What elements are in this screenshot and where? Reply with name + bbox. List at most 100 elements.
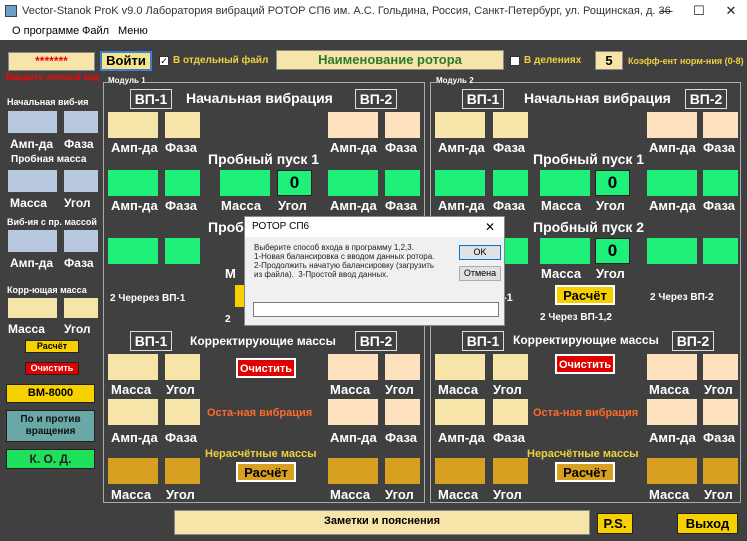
m2-via-vp2-radio[interactable]: 2 Через ВП-2 — [650, 292, 714, 303]
m2-resid-phase1[interactable] — [493, 399, 528, 425]
coef-field[interactable]: 5 — [595, 51, 623, 70]
m1-resid-amp1[interactable] — [108, 399, 158, 425]
left-phase-label-1: Фаза — [64, 137, 94, 151]
m1-c-angle-label1: Угол — [166, 382, 195, 397]
m2-trial1-phase1[interactable] — [493, 170, 528, 196]
m2-corr-angle2[interactable] — [703, 354, 738, 380]
m2-trial1-mass[interactable] — [540, 170, 590, 196]
m1-trial1-mass[interactable] — [220, 170, 270, 196]
left-amp-field-1[interactable] — [8, 111, 57, 133]
m2-uncalc-angle2[interactable] — [703, 458, 738, 484]
m1-calc-button[interactable]: Расчёт — [236, 462, 296, 482]
m1-trial1-phase1[interactable] — [165, 170, 200, 196]
kod-button[interactable]: К. О. Д. — [6, 449, 95, 469]
left-corr-mass-field[interactable] — [8, 298, 57, 318]
menu-about[interactable]: О программе — [12, 25, 79, 37]
m1-resid-phase2[interactable] — [385, 399, 420, 425]
m1-trial1-phase2[interactable] — [385, 170, 420, 196]
m2-init-phase1[interactable] — [493, 112, 528, 138]
module1-label: Модуль 1 — [108, 76, 146, 85]
title-bar: Vector-Stanok ProK v9.0 Лаборатория вибр… — [0, 0, 747, 22]
left-amp-field-2[interactable] — [8, 230, 57, 252]
dialog-cancel-button[interactable]: Отмена — [459, 266, 501, 281]
m1-corr-angle2[interactable] — [385, 354, 420, 380]
m2-init-amp1[interactable] — [435, 112, 485, 138]
m2-calc-top-button[interactable]: Расчёт — [555, 285, 615, 305]
left-phase-field-1[interactable] — [64, 111, 98, 133]
separate-file-checkbox[interactable]: ✓ — [159, 56, 169, 66]
m1-trial1-amp2[interactable] — [328, 170, 378, 196]
rotor-name-field[interactable]: Наименование ротора — [276, 50, 504, 70]
m1-init-phase2[interactable] — [385, 112, 420, 138]
m1-vp2-label: ВП-2 — [355, 89, 397, 109]
left-angle-field[interactable] — [64, 170, 98, 192]
m1-corr-mass1[interactable] — [108, 354, 158, 380]
notes-field[interactable]: Заметки и пояснения — [174, 510, 590, 535]
input-dialog: РОТОР СП6 ✕ Выберите способ входа в прог… — [244, 216, 505, 326]
m1-via-vp1-radio[interactable]: 2 Черерез ВП-1 — [110, 293, 185, 304]
m2-uncalc-mass2[interactable] — [647, 458, 697, 484]
m2-resid-amp2[interactable] — [647, 399, 697, 425]
left-phase-field-2[interactable] — [64, 230, 98, 252]
dialog-input[interactable] — [253, 302, 499, 317]
m2-trial1-amp2[interactable] — [647, 170, 697, 196]
bm8000-button[interactable]: ВМ-8000 — [6, 384, 95, 403]
m1-uncalc-mass1[interactable] — [108, 458, 158, 484]
m2-trial2-amp2[interactable] — [647, 238, 697, 264]
m2-init-phase2[interactable] — [703, 112, 738, 138]
m1-clear-button[interactable]: Очистить — [236, 358, 296, 378]
m1-trial2-amp1[interactable] — [108, 238, 158, 264]
m2-corr-mass1[interactable] — [435, 354, 485, 380]
m1-resid-amp2[interactable] — [328, 399, 378, 425]
m2-trial1-angle[interactable]: 0 — [595, 170, 630, 196]
dialog-message: Выберите способ входа в программу 1,2,3.… — [254, 243, 435, 279]
ps-button[interactable]: P.S. — [597, 513, 633, 534]
m2-init-amp2[interactable] — [647, 112, 697, 138]
left-calc-button[interactable]: Расчёт — [25, 340, 79, 353]
m1-uncalc-angle2[interactable] — [385, 458, 420, 484]
m1-trial2-title: Проб — [208, 219, 244, 235]
rotation-button[interactable]: По и против вращения — [6, 410, 95, 442]
m2-corr-mass2[interactable] — [647, 354, 697, 380]
m2-resid-phase2[interactable] — [703, 399, 738, 425]
m2-calc-button[interactable]: Расчёт — [555, 462, 615, 482]
dialog-close-icon[interactable]: ✕ — [485, 220, 495, 234]
m2-via-vp12-radio[interactable]: 2 Через ВП-1,2 — [540, 312, 612, 323]
m1-uncalc-angle1[interactable] — [165, 458, 200, 484]
m2-trial2-angle[interactable]: 0 — [595, 238, 630, 264]
minimize-button[interactable]: — — [650, 0, 682, 22]
menu-file[interactable]: Файл — [82, 25, 109, 37]
m1-init-amp1[interactable] — [108, 112, 158, 138]
dialog-ok-button[interactable]: OK — [459, 245, 501, 260]
m1-init-amp2[interactable] — [328, 112, 378, 138]
m1-trial2-phase1[interactable] — [165, 238, 200, 264]
m2-trial1-amp1[interactable] — [435, 170, 485, 196]
in-divisions-checkbox[interactable] — [510, 56, 520, 66]
m1-via-vp12-radio[interactable]: 2 — [225, 314, 231, 325]
m2-resid-amp1[interactable] — [435, 399, 485, 425]
left-clear-button[interactable]: Очистить — [25, 362, 79, 375]
m2-clear-button[interactable]: Очистить — [555, 354, 615, 374]
left-corr-angle-field[interactable] — [64, 298, 98, 318]
menu-menu[interactable]: Меню — [118, 25, 148, 37]
m2-trial2-mass[interactable] — [540, 238, 590, 264]
m1-corr-angle1[interactable] — [165, 354, 200, 380]
m1-resid-phase1[interactable] — [165, 399, 200, 425]
password-field[interactable]: ******* — [8, 52, 95, 71]
m1-init-phase1[interactable] — [165, 112, 200, 138]
m2-uncalc-angle1[interactable] — [493, 458, 528, 484]
m1-trial1-amp1[interactable] — [108, 170, 158, 196]
m1-corr-mass2[interactable] — [328, 354, 378, 380]
exit-button[interactable]: Выход — [677, 513, 738, 534]
m2-trial2-phase2[interactable] — [703, 238, 738, 264]
maximize-button[interactable]: ☐ — [683, 0, 715, 22]
m2-uncalc-mass1[interactable] — [435, 458, 485, 484]
m1-trial1-angle[interactable]: 0 — [277, 170, 312, 196]
left-mass-field[interactable] — [8, 170, 57, 192]
m2-trial1-phase2[interactable] — [703, 170, 738, 196]
m1-uncalc-mass2[interactable] — [328, 458, 378, 484]
m2-corr-angle1[interactable] — [493, 354, 528, 380]
login-button[interactable]: Войти — [100, 51, 152, 71]
close-button[interactable]: ✕ — [715, 0, 747, 22]
m1-initial-vib-title: Начальная вибрация — [186, 90, 333, 106]
